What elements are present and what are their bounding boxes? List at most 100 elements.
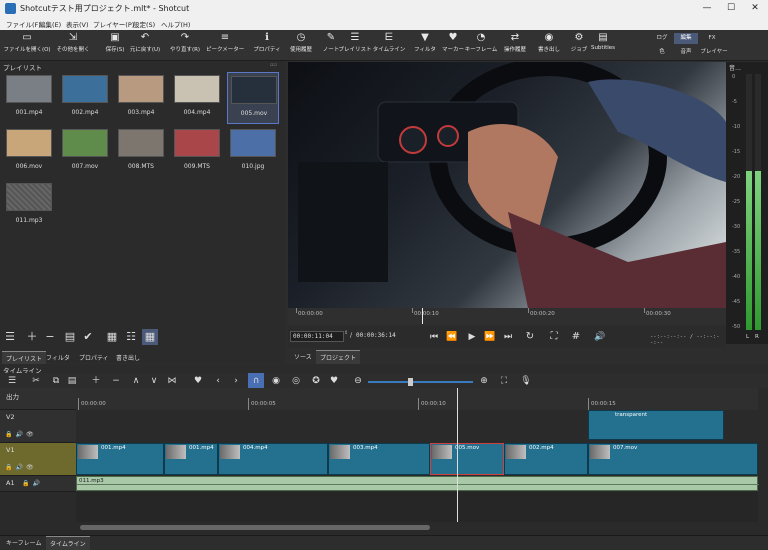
tab-properties[interactable]: プロパティ <box>75 351 113 364</box>
redo-button[interactable]: ↷ やり直す(R) <box>166 31 204 53</box>
menu-help[interactable]: ヘルプ(H) <box>161 19 190 29</box>
track-v1-icons[interactable]: 🔒🔊👁 <box>5 464 37 471</box>
next-marker-icon[interactable]: › <box>228 373 244 389</box>
timeline-button[interactable]: ⋿ タイムライン <box>370 31 408 53</box>
play-icon[interactable]: ▶ <box>464 329 480 345</box>
cut-icon[interactable]: ✂ <box>28 373 44 389</box>
layout-log-button[interactable]: ログ <box>650 33 674 44</box>
maximize-button[interactable]: ☐ <box>724 2 738 15</box>
panel-float-icon[interactable]: ▫▫ <box>270 62 277 68</box>
player-ruler[interactable]: 00:00:00 00:00:10 00:00:20 00:00:30 <box>288 308 726 324</box>
layout-edit-button[interactable]: 編集 <box>674 33 698 44</box>
timeline-menu-icon[interactable]: ☰ <box>4 373 20 389</box>
playlist-item[interactable]: 006.mov <box>3 126 55 178</box>
playlist-item[interactable]: 009.MTS <box>171 126 223 178</box>
grid-icon[interactable]: # <box>568 329 584 345</box>
zoom-slider[interactable] <box>368 381 473 383</box>
zoom-in-icon[interactable]: ⊕ <box>476 373 492 389</box>
menu-view[interactable]: 表示(V) <box>66 19 89 29</box>
tab-keyframes[interactable]: キーフレーム <box>6 538 41 547</box>
v1-clip[interactable]: 002.mp4 <box>504 443 588 475</box>
menu-edit[interactable]: 編集(E) <box>39 19 61 29</box>
split-icon[interactable]: ⋈ <box>164 373 180 389</box>
record-audio-icon[interactable]: 🎙 <box>518 373 534 389</box>
playlist-item[interactable]: 001.mp4 <box>3 72 55 124</box>
playlist-item[interactable]: 008.MTS <box>115 126 167 178</box>
current-time-field[interactable]: 00:00:11:04 <box>290 331 344 342</box>
remove-icon[interactable]: − <box>108 373 124 389</box>
tab-playlist[interactable]: プレイリスト <box>2 351 47 365</box>
playlist-item[interactable]: 005.mov <box>227 72 279 124</box>
video-preview[interactable] <box>288 62 726 308</box>
v1-clip[interactable]: 001.mp4 <box>76 443 164 475</box>
playlist-item[interactable]: 003.mp4 <box>115 72 167 124</box>
track-a1-header[interactable]: A1 🔒🔊 <box>0 476 76 492</box>
player-playhead[interactable] <box>422 308 423 324</box>
copy-icon[interactable]: ⧉ <box>48 373 64 389</box>
skip-previous-icon[interactable]: ⏮ <box>426 329 442 345</box>
tab-export[interactable]: 書き出し <box>112 351 144 364</box>
timeline-ruler[interactable]: 00:00:00 00:00:05 00:00:10 00:00:15 <box>76 388 758 410</box>
menu-player[interactable]: プレイヤー(P) <box>93 19 134 29</box>
info-button[interactable]: ℹ プロパティ <box>248 31 286 53</box>
fast-forward-icon[interactable]: ⏩ <box>482 329 498 345</box>
action-history-button[interactable]: ⇄ 操作履歴 <box>496 31 534 53</box>
list-view-icon[interactable]: ☷ <box>123 329 139 345</box>
track-v2-header[interactable]: V2 🔒🔊👁 <box>0 410 76 443</box>
paste-icon[interactable]: ▤ <box>64 373 80 389</box>
tab-filter[interactable]: フィルタ <box>42 351 74 364</box>
undo-button[interactable]: ↶ 元に戻す(U) <box>126 31 164 53</box>
ripple-icon[interactable]: ◎ <box>288 373 304 389</box>
playlist-item[interactable]: 002.mp4 <box>59 72 111 124</box>
tab-project[interactable]: プロジェクト <box>316 350 361 364</box>
overwrite-icon[interactable]: ∨ <box>146 373 162 389</box>
layout-fx-button[interactable]: FX <box>700 33 724 44</box>
v1-clip[interactable]: 001.mp4 <box>164 443 218 475</box>
peak-meter-button[interactable]: ≡ ピークメーター <box>206 31 244 53</box>
tab-source[interactable]: ソース <box>290 350 316 363</box>
ripple-markers-icon[interactable]: ♥ <box>326 373 342 389</box>
menu-settings[interactable]: 設定(S) <box>133 19 155 29</box>
playlist-button[interactable]: ☰ プレイリスト <box>336 31 374 53</box>
time-spin-icon[interactable]: ⇕ <box>344 330 348 336</box>
minimize-button[interactable]: — <box>700 2 714 15</box>
layout-audio-button[interactable]: 音声 <box>674 47 698 58</box>
check-icon[interactable]: ✔ <box>80 329 96 345</box>
v1-clip[interactable]: 007.mov <box>588 443 758 475</box>
layout-color-button[interactable]: 色 <box>650 47 674 58</box>
playlist-menu-icon[interactable]: ☰ <box>2 329 18 345</box>
remove-icon[interactable]: − <box>42 329 58 345</box>
subtitles-button[interactable]: ▤ Subtitles <box>584 31 622 51</box>
snap-icon[interactable]: ∩ <box>248 373 264 389</box>
menu-file[interactable]: ファイル(F) <box>6 19 41 29</box>
zoom-slider-handle[interactable] <box>408 378 413 386</box>
playlist-item[interactable]: 004.mp4 <box>171 72 223 124</box>
volume-icon[interactable]: 🔊 <box>592 329 608 345</box>
folder-button[interactable]: ▭ ファイルを開く(O) <box>2 31 52 53</box>
append-icon[interactable]: ＋ <box>88 373 104 389</box>
ripple-all-icon[interactable]: ✪ <box>308 373 324 389</box>
marker-add-icon[interactable]: ♥ <box>190 373 206 389</box>
v2-clip-transparent[interactable]: transparent <box>588 410 724 440</box>
v1-clip[interactable]: 005.mov <box>430 443 504 475</box>
scrub-icon[interactable]: ◉ <box>268 373 284 389</box>
rewind-icon[interactable]: ⏪ <box>444 329 460 345</box>
loop-icon[interactable]: ↻ <box>522 329 538 345</box>
playlist-item[interactable]: 011.mp3 <box>3 180 55 232</box>
close-button[interactable]: ✕ <box>748 2 762 15</box>
track-v1-header[interactable]: V1 🔒🔊👁 <box>0 443 76 476</box>
skip-next-icon[interactable]: ⏭ <box>500 329 516 345</box>
add-icon[interactable]: ＋ <box>24 329 40 345</box>
keyframe-button[interactable]: ◔ キーフレーム <box>462 31 500 53</box>
detail-view-icon[interactable]: ▦ <box>104 329 120 345</box>
zoom-out-icon[interactable]: ⊖ <box>350 373 366 389</box>
update-icon[interactable]: ▤ <box>62 329 78 345</box>
playlist-item[interactable]: 007.mov <box>59 126 111 178</box>
prev-marker-icon[interactable]: ‹ <box>210 373 226 389</box>
zoom-fit-icon[interactable]: ⛶ <box>496 373 512 389</box>
track-v2-icons[interactable]: 🔒🔊👁 <box>5 431 37 438</box>
open-other-button[interactable]: ⇲ その他を開く <box>54 31 92 53</box>
lift-icon[interactable]: ∧ <box>128 373 144 389</box>
v1-clip[interactable]: 004.mp4 <box>218 443 328 475</box>
v1-clip[interactable]: 003.mp4 <box>328 443 430 475</box>
